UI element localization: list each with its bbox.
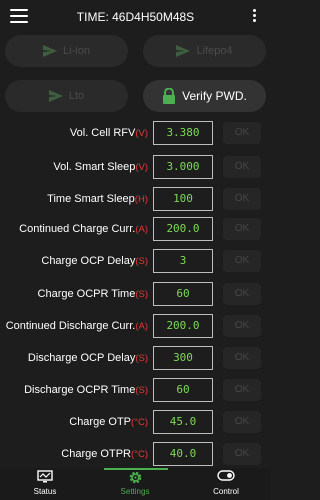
setting-value-input[interactable]: 60 bbox=[153, 282, 213, 306]
setting-name: Vol. Smart Sleep bbox=[53, 161, 136, 173]
setting-value-input[interactable]: 40.0 bbox=[153, 442, 213, 466]
setting-label: Discharge OCP Delay(S) bbox=[28, 352, 148, 364]
setting-unit: (A) bbox=[135, 321, 148, 332]
setting-name: Charge OCP Delay bbox=[41, 255, 136, 267]
setting-name: Charge OTP bbox=[69, 416, 131, 428]
setting-label: Charge OTP(°C) bbox=[69, 416, 148, 428]
monitor-icon bbox=[37, 470, 53, 483]
setting-name: Charge OTPR bbox=[61, 448, 131, 460]
setting-label: Charge OTPR(°C) bbox=[61, 448, 148, 460]
setting-row: Vol. Cell RFV(V) 3.380 OK bbox=[0, 121, 271, 147]
setting-name: Vol. Cell RFV bbox=[69, 127, 136, 139]
setting-row: Charge OTPR(°C) 40.0 OK bbox=[0, 442, 271, 468]
setting-value-input[interactable]: 200.0 bbox=[153, 217, 213, 241]
setting-label: Charge OCPR Time(S) bbox=[38, 288, 148, 300]
setting-row: Charge OCP Delay(S) 3 OK bbox=[0, 249, 271, 275]
setting-value-input[interactable]: 300 bbox=[153, 346, 213, 370]
setting-unit: (S) bbox=[135, 385, 148, 396]
setting-value-input[interactable]: 45.0 bbox=[153, 410, 213, 434]
setting-name: Time Smart Sleep bbox=[47, 193, 135, 205]
setting-name: Discharge OCP Delay bbox=[27, 352, 136, 364]
tab-control[interactable]: Control bbox=[181, 468, 271, 500]
ok-button[interactable]: OK bbox=[223, 411, 261, 433]
tab-label: Settings bbox=[120, 487, 150, 496]
tab-label: Control bbox=[213, 487, 239, 496]
ok-button[interactable]: OK bbox=[223, 315, 261, 337]
setting-row: Charge OTP(°C) 45.0 OK bbox=[0, 410, 271, 436]
verify-label: Verify PWD. bbox=[182, 89, 247, 103]
mode-button-lto[interactable]: Lto bbox=[5, 80, 128, 112]
mode-label: Lifepo4 bbox=[196, 45, 233, 57]
setting-label: Continued Charge Curr.(A) bbox=[19, 223, 148, 235]
ok-button[interactable]: OK bbox=[223, 347, 261, 369]
mode-button-lifepo4[interactable]: Lifepo4 bbox=[143, 35, 266, 67]
setting-unit: (V) bbox=[135, 162, 148, 173]
setting-unit: (S) bbox=[135, 353, 148, 364]
setting-value-input[interactable]: 3.380 bbox=[153, 121, 213, 145]
send-icon bbox=[176, 45, 191, 57]
setting-label: Continued Discharge Curr.(A) bbox=[6, 320, 148, 332]
mode-button-li-ion[interactable]: Li-ion bbox=[5, 35, 128, 67]
setting-unit: (°C) bbox=[131, 417, 148, 428]
setting-value-input[interactable]: 100 bbox=[153, 187, 213, 211]
setting-value-input[interactable]: 3 bbox=[153, 249, 213, 273]
setting-row: Charge OCPR Time(S) 60 OK bbox=[0, 282, 271, 308]
setting-row: Discharge OCP Delay(S) 300 OK bbox=[0, 346, 271, 372]
ok-button[interactable]: OK bbox=[223, 443, 261, 465]
setting-label: Time Smart Sleep(H) bbox=[47, 193, 148, 205]
ok-button[interactable]: OK bbox=[223, 283, 261, 305]
setting-unit: (V) bbox=[135, 128, 148, 139]
setting-name: Charge OCPR Time bbox=[37, 288, 136, 300]
setting-name: Continued Charge Curr. bbox=[19, 223, 136, 235]
setting-unit: (S) bbox=[135, 256, 148, 267]
setting-value-input[interactable]: 60 bbox=[153, 378, 213, 402]
tab-label: Status bbox=[33, 487, 57, 496]
ok-button[interactable]: OK bbox=[223, 122, 261, 144]
setting-unit: (°C) bbox=[131, 449, 148, 460]
setting-label: Charge OCP Delay(S) bbox=[41, 255, 148, 267]
setting-unit: (A) bbox=[135, 224, 148, 235]
setting-value-input[interactable]: 200.0 bbox=[153, 314, 213, 338]
ok-button[interactable]: OK bbox=[223, 188, 261, 210]
lock-icon bbox=[163, 88, 176, 104]
mode-label: Lto bbox=[68, 90, 85, 102]
setting-name: Discharge OCPR Time bbox=[24, 384, 136, 396]
setting-name: Continued Discharge Curr. bbox=[5, 320, 136, 332]
setting-label: Discharge OCPR Time(S) bbox=[24, 384, 148, 396]
setting-row: Continued Charge Curr.(A) 200.0 OK bbox=[0, 217, 271, 243]
setting-row: Discharge OCPR Time(S) 60 OK bbox=[0, 378, 271, 404]
page-title: TIME: 46D4H50M48S bbox=[76, 10, 195, 24]
setting-value-input[interactable]: 3.000 bbox=[153, 155, 213, 179]
setting-unit: (S) bbox=[135, 289, 148, 300]
setting-label: Vol. Smart Sleep(V) bbox=[53, 161, 148, 173]
toggle-icon bbox=[217, 470, 235, 481]
ok-button[interactable]: OK bbox=[223, 379, 261, 401]
verify-password-button[interactable]: Verify PWD. bbox=[143, 80, 266, 112]
ok-button[interactable]: OK bbox=[223, 156, 261, 178]
top-bar: TIME: 46D4H50M48S bbox=[0, 0, 271, 34]
setting-row: Vol. Smart Sleep(V) 3.000 OK bbox=[0, 155, 271, 181]
bottom-navigation: Status Settings Control bbox=[0, 468, 271, 500]
setting-row: Continued Discharge Curr.(A) 200.0 OK bbox=[0, 314, 271, 340]
setting-unit: (H) bbox=[134, 194, 148, 205]
mode-label: Li-ion bbox=[63, 45, 90, 57]
send-icon bbox=[43, 45, 58, 57]
setting-row: Time Smart Sleep(H) 100 OK bbox=[0, 187, 271, 213]
ok-button[interactable]: OK bbox=[223, 218, 261, 240]
tab-settings[interactable]: Settings bbox=[90, 468, 180, 500]
send-icon bbox=[48, 90, 63, 102]
more-options-icon[interactable] bbox=[253, 9, 257, 24]
ok-button[interactable]: OK bbox=[223, 250, 261, 272]
setting-label: Vol. Cell RFV(V) bbox=[70, 127, 148, 139]
gear-icon bbox=[129, 471, 141, 484]
tab-status[interactable]: Status bbox=[0, 468, 90, 500]
